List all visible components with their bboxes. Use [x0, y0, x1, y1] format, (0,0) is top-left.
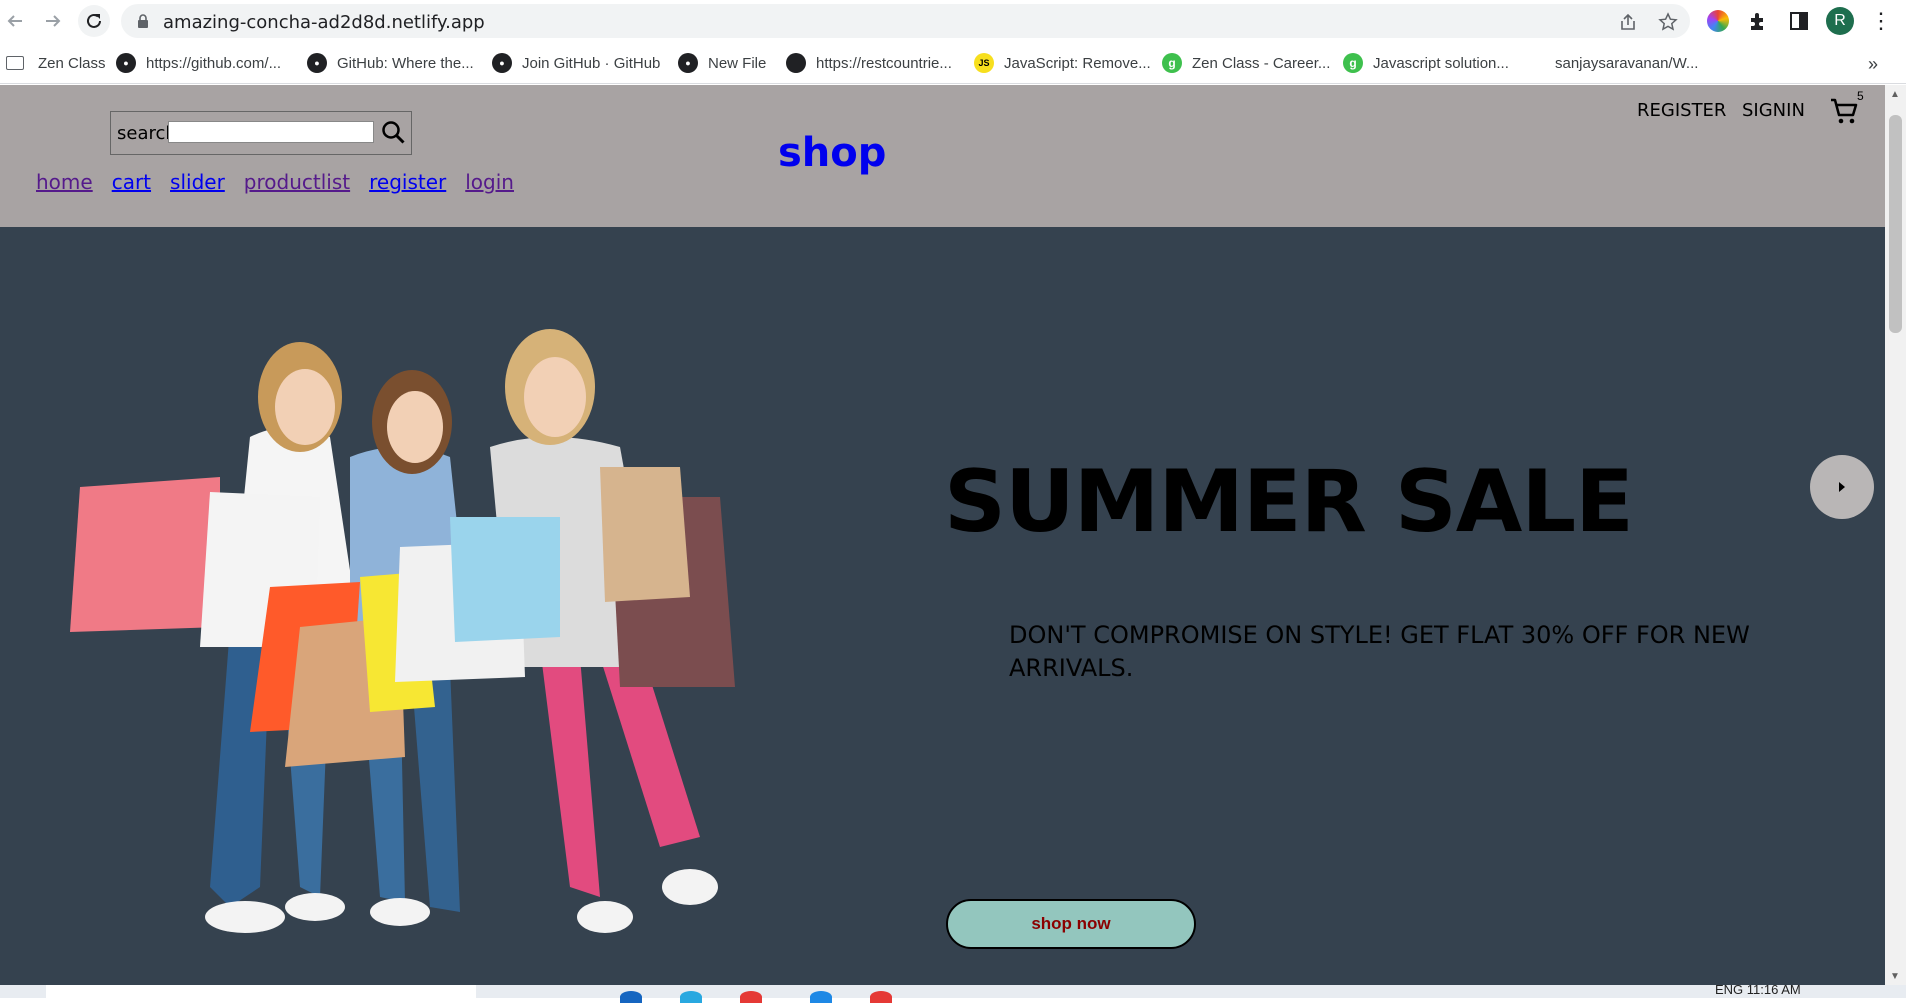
bookmarks-bar: Zen Class ● https://github.com/... ● Git…	[0, 42, 1906, 84]
register-link[interactable]: REGISTER	[1637, 100, 1726, 121]
zen-icon: g	[1343, 53, 1363, 73]
page-scrollbar[interactable]: ▲ ▼	[1885, 85, 1906, 985]
bookmark-javascript-solution[interactable]: g Javascript solution...	[1343, 51, 1509, 75]
bookmark-sanjaysaravanan[interactable]: sanjaysaravanan/W...	[1555, 51, 1698, 75]
bookmark-javascript-remove[interactable]: JS JavaScript: Remove...	[974, 51, 1151, 75]
github-icon: ●	[116, 53, 136, 73]
bookmark-join-github[interactable]: ● Join GitHub · GitHub	[492, 51, 660, 75]
bookmark-github-2[interactable]: ● GitHub: Where the...	[307, 51, 474, 75]
side-panel-icon[interactable]	[1788, 10, 1810, 32]
cart-count-badge: 5	[1857, 89, 1864, 103]
search-icon[interactable]	[379, 118, 409, 148]
nav-link-home[interactable]: home	[36, 170, 93, 194]
bookmark-zen-class[interactable]: Zen Class	[6, 51, 106, 75]
taskbar-app-icon[interactable]	[680, 991, 702, 1003]
taskbar-app-icon[interactable]	[620, 991, 642, 1003]
profile-avatar[interactable]: R	[1826, 7, 1854, 35]
url-text: amazing-concha-ad2d8d.netlify.app	[163, 12, 485, 33]
browser-toolbar: amazing-concha-ad2d8d.netlify.app R ⋮	[0, 0, 1906, 42]
search-input[interactable]	[168, 121, 374, 143]
color-picker-extension-icon[interactable]	[1707, 10, 1729, 32]
scroll-thumb[interactable]	[1889, 115, 1902, 333]
nav-link-cart[interactable]: cart	[112, 170, 151, 194]
taskbar-search-box[interactable]	[46, 985, 476, 998]
site-brand[interactable]: shop	[778, 130, 886, 176]
bookmark-star-icon[interactable]	[1658, 12, 1678, 32]
hero-title: SUMMER SALE	[944, 452, 1634, 552]
nav-link-register[interactable]: register	[369, 170, 446, 194]
nav-link-slider[interactable]: slider	[170, 170, 225, 194]
github-icon: ●	[678, 53, 698, 73]
forward-arrow-icon[interactable]	[38, 6, 68, 36]
js-icon: JS	[974, 53, 994, 73]
zen-class-icon	[6, 56, 24, 70]
hero-slider: SUMMER SALE DON'T COMPROMISE ON STYLE! G…	[0, 227, 1885, 985]
scroll-down-arrow-icon[interactable]: ▼	[1890, 971, 1900, 982]
shop-now-button[interactable]: shop now	[946, 899, 1196, 949]
bookmark-restcountries[interactable]: https://restcountrie...	[786, 51, 952, 75]
site-nav: home cart slider productlist register lo…	[36, 170, 514, 194]
site-header: search shop home cart slider productlist…	[0, 85, 1885, 227]
taskbar-app-icon[interactable]	[740, 991, 762, 1003]
extensions-puzzle-icon[interactable]	[1748, 10, 1770, 32]
search-box: search	[110, 111, 412, 155]
globe-icon	[786, 53, 806, 73]
nav-link-login[interactable]: login	[465, 170, 514, 194]
lock-icon	[138, 14, 148, 28]
share-icon[interactable]	[1618, 12, 1638, 32]
bookmark-github-1[interactable]: ● https://github.com/...	[116, 51, 281, 75]
kebab-menu-icon[interactable]: ⋮	[1870, 8, 1892, 34]
more-bookmarks-chevron[interactable]: »	[1868, 54, 1878, 75]
page-viewport: search shop home cart slider productlist…	[0, 85, 1885, 985]
os-taskbar: ENG 11:16 AM	[0, 982, 1906, 1003]
bookmark-zen-career[interactable]: g Zen Class - Career...	[1162, 51, 1330, 75]
zen-icon: g	[1162, 53, 1182, 73]
taskbar-app-icon[interactable]	[870, 991, 892, 1003]
signin-link[interactable]: SIGNIN	[1742, 100, 1805, 121]
shopping-women-image	[70, 329, 735, 933]
system-tray-clock: ENG 11:16 AM	[1715, 982, 1801, 997]
taskbar-app-icon[interactable]	[810, 991, 832, 1003]
slider-next-button[interactable]	[1810, 455, 1874, 519]
address-bar[interactable]: amazing-concha-ad2d8d.netlify.app	[121, 4, 1690, 38]
scroll-up-arrow-icon[interactable]: ▲	[1890, 89, 1900, 100]
back-arrow-icon[interactable]	[0, 6, 30, 36]
github-icon: ●	[307, 53, 327, 73]
reload-icon[interactable]	[78, 5, 110, 37]
nav-link-productlist[interactable]: productlist	[244, 170, 350, 194]
github-icon: ●	[492, 53, 512, 73]
chevron-right-icon	[1839, 482, 1845, 492]
bookmark-new-file[interactable]: ● New File	[678, 51, 766, 75]
hero-description: DON'T COMPROMISE ON STYLE! GET FLAT 30% …	[1009, 621, 1750, 682]
